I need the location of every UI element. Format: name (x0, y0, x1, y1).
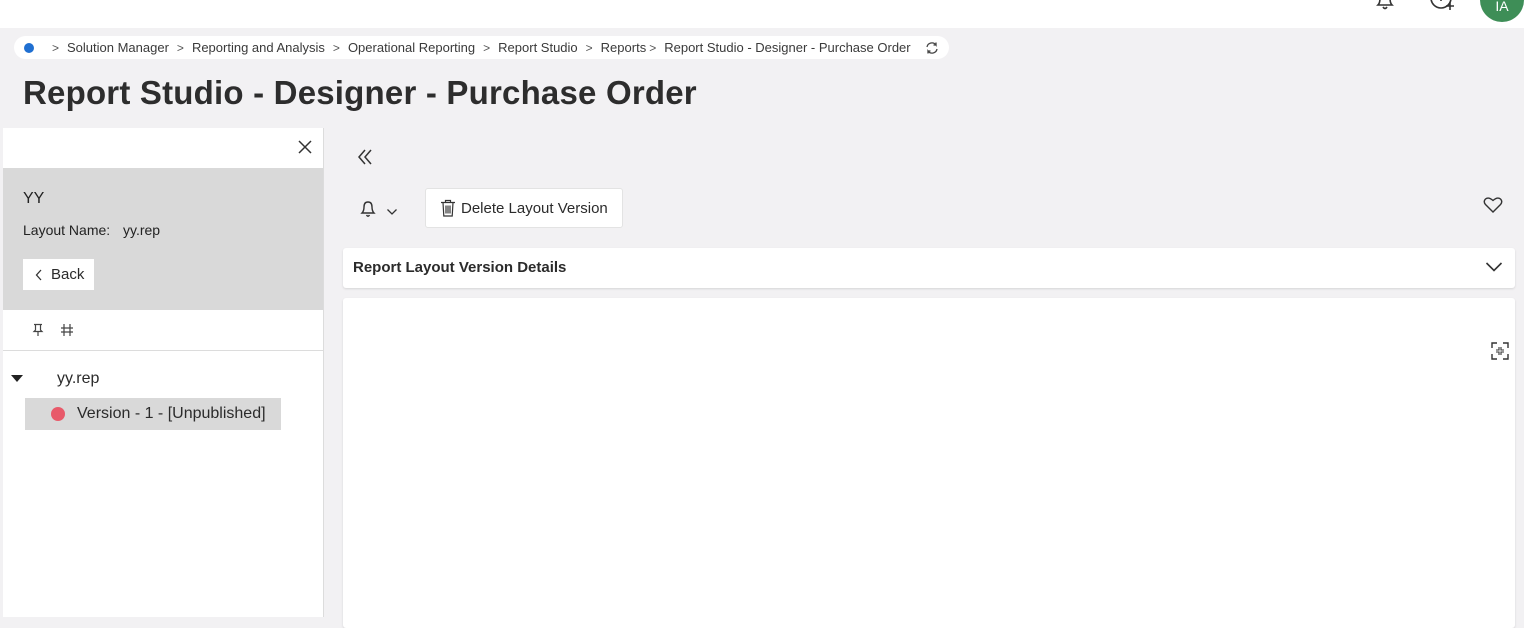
home-dot-icon[interactable] (24, 42, 34, 53)
details-panel-title: Report Layout Version Details (353, 259, 567, 276)
delete-layout-version-label: Delete Layout Version (461, 199, 608, 217)
breadcrumb-item-report-studio[interactable]: Report Studio (498, 40, 578, 55)
notification-dropdown[interactable] (358, 198, 398, 225)
tree-node-version[interactable]: Version - 1 - [Unpublished] (25, 398, 281, 430)
tree-node-version-label: Version - 1 - [Unpublished] (77, 405, 266, 422)
layout-name-label: Layout Name: (23, 222, 111, 238)
top-bar: IA (0, 0, 1524, 28)
chevron-down-icon (386, 208, 398, 216)
bell-icon[interactable] (1372, 0, 1398, 19)
breadcrumb-item-reports[interactable]: Reports (601, 40, 647, 55)
delete-layout-version-button[interactable]: Delete Layout Version (425, 188, 623, 228)
breadcrumb-item-operational-reporting[interactable]: Operational Reporting (348, 40, 475, 55)
chevron-right-icon: > (649, 40, 657, 55)
chevron-right-icon: > (483, 40, 491, 55)
unpublished-status-icon (51, 407, 65, 421)
chevron-right-icon: > (52, 40, 60, 55)
sidebar-panel: YY Layout Name: yy.rep Back yy.rep Versi… (3, 128, 324, 617)
chevron-right-icon: > (585, 40, 593, 55)
double-chevron-left-icon[interactable] (355, 146, 375, 173)
chevron-down-icon[interactable] (1485, 260, 1503, 278)
user-avatar[interactable]: IA (1480, 0, 1524, 22)
bell-icon (358, 198, 378, 225)
trash-icon (440, 199, 456, 217)
refresh-icon[interactable] (925, 41, 939, 55)
back-button[interactable]: Back (23, 259, 94, 290)
designer-content-panel (343, 298, 1515, 628)
help-icon[interactable] (1428, 0, 1458, 19)
chevron-left-icon (35, 269, 43, 281)
chevron-right-icon: > (176, 40, 184, 55)
caret-down-icon[interactable] (11, 375, 23, 383)
tree-node-root[interactable]: yy.rep (11, 370, 99, 388)
record-name: YY (23, 190, 45, 207)
heart-icon[interactable] (1483, 196, 1503, 219)
fullscreen-icon[interactable] (1491, 342, 1509, 365)
chevron-right-icon: > (332, 40, 340, 55)
close-icon[interactable] (297, 139, 313, 160)
page-title: Report Studio - Designer - Purchase Orde… (23, 74, 697, 111)
breadcrumb-item-reporting-analysis[interactable]: Reporting and Analysis (192, 40, 325, 55)
collapse-all-icon[interactable] (60, 323, 74, 342)
layout-name-value: yy.rep (123, 222, 161, 238)
tree-node-root-label: yy.rep (57, 370, 100, 387)
pin-icon[interactable] (31, 323, 45, 342)
sidebar-toolbar (3, 310, 323, 351)
sidebar-header: YY Layout Name: yy.rep Back (3, 168, 323, 310)
back-button-label: Back (51, 266, 85, 283)
breadcrumb: > Solution Manager > Reporting and Analy… (14, 36, 949, 59)
breadcrumb-item-solution-manager[interactable]: Solution Manager (67, 40, 169, 55)
report-layout-version-details-panel[interactable]: Report Layout Version Details (343, 248, 1515, 288)
avatar-initials: IA (1495, 0, 1509, 14)
breadcrumb-item-current: Report Studio - Designer - Purchase Orde… (664, 40, 911, 55)
